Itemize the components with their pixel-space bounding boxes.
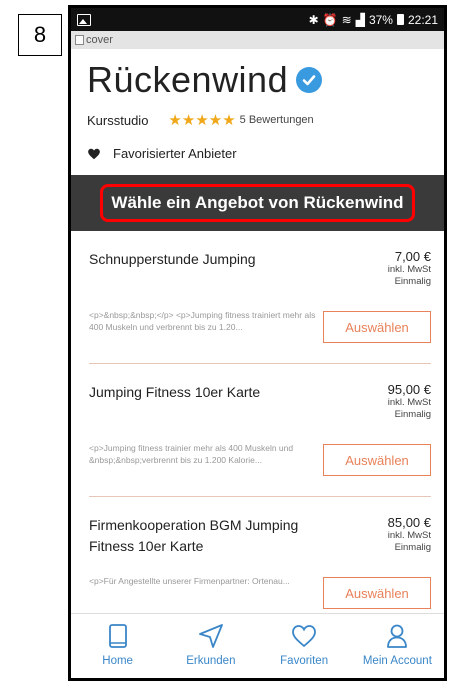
image-notification-icon bbox=[77, 13, 91, 26]
battery-percent: 37% bbox=[368, 12, 393, 27]
offer-item: Firmenkooperation BGM Jumping Fitness 10… bbox=[89, 497, 431, 630]
nav-home-label: Home bbox=[102, 655, 133, 667]
offer-name: Jumping Fitness 10er Karte bbox=[89, 384, 261, 400]
status-bar: ✱ ⏰ ≋ ▟ 37% 22:21 bbox=[71, 8, 444, 31]
offer-description: <p>&nbsp;&nbsp;</p> <p>Jumping fitness t… bbox=[89, 310, 316, 332]
offer-frequency: Einmalig bbox=[394, 542, 431, 553]
offer-price: 95,00 € bbox=[387, 382, 431, 397]
reviews-link[interactable]: 5 Bewertungen bbox=[240, 114, 314, 126]
cover-image: cover bbox=[71, 31, 444, 49]
select-offer-button[interactable]: Auswählen bbox=[323, 444, 431, 476]
nav-favorites-label: Favoriten bbox=[280, 655, 329, 667]
select-offer-button[interactable]: Auswählen bbox=[323, 577, 431, 609]
alarm-icon: ⏰ bbox=[322, 12, 338, 27]
offer-item: Jumping Fitness 10er Karte 95,00 € inkl.… bbox=[89, 364, 431, 497]
verified-check-icon bbox=[296, 67, 323, 93]
offer-section-header: Wähle ein Angebot von Rückenwind bbox=[71, 175, 444, 231]
offer-list: Schnupperstunde Jumping 7,00 € inkl. MwS… bbox=[71, 231, 444, 630]
person-icon bbox=[387, 624, 408, 648]
phone-frame: ✱ ⏰ ≋ ▟ 37% 22:21 cover Rückenwind Kurss… bbox=[68, 5, 447, 681]
offer-name: Schnupperstunde Jumping bbox=[89, 251, 256, 267]
signal-icon: ▟ bbox=[355, 12, 365, 27]
battery-icon bbox=[396, 14, 404, 25]
offer-header-highlight: Wähle ein Angebot von Rückenwind bbox=[100, 184, 415, 222]
navigation-arrow-icon bbox=[198, 624, 223, 648]
heart-outline-icon bbox=[292, 625, 317, 648]
favorite-label: Favorisierter Anbieter bbox=[113, 146, 237, 161]
offer-price: 85,00 € bbox=[387, 515, 431, 530]
nav-home[interactable]: Home bbox=[71, 614, 164, 678]
cover-alt-text: cover bbox=[86, 34, 113, 46]
offer-name: Firmenkooperation BGM Jumping Fitness 10… bbox=[89, 517, 299, 554]
nav-explore[interactable]: Erkunden bbox=[164, 614, 257, 678]
nav-account[interactable]: Mein Account bbox=[351, 614, 444, 678]
offer-frequency: Einmalig bbox=[394, 409, 431, 420]
provider-header: Rückenwind Kursstudio ★★★★★ 5 Bewertunge… bbox=[71, 49, 444, 161]
bottom-navigation: Home Erkunden Favoriten Mein Account bbox=[71, 613, 444, 678]
offer-frequency: Einmalig bbox=[394, 276, 431, 287]
nav-favorites[interactable]: Favoriten bbox=[258, 614, 351, 678]
tablet-icon bbox=[108, 624, 127, 648]
select-offer-button[interactable]: Auswählen bbox=[323, 311, 431, 343]
offer-tax-note: inkl. MwSt bbox=[387, 397, 431, 408]
offer-description: <p>Für Angestellte unserer Firmenpartner… bbox=[89, 576, 290, 586]
nav-explore-label: Erkunden bbox=[186, 655, 236, 667]
app-screen: ✱ ⏰ ≋ ▟ 37% 22:21 cover Rückenwind Kurss… bbox=[71, 8, 444, 678]
nav-account-label: Mein Account bbox=[362, 655, 432, 667]
offer-tax-note: inkl. MwSt bbox=[387, 264, 431, 275]
heart-filled-icon bbox=[88, 148, 100, 159]
clock: 22:21 bbox=[407, 12, 438, 27]
offer-tax-note: inkl. MwSt bbox=[387, 530, 431, 541]
wifi-icon: ≋ bbox=[341, 12, 352, 27]
offer-description: <p>Jumping fitness trainier mehr als 400… bbox=[89, 443, 294, 465]
nfc-icon: ✱ bbox=[308, 12, 319, 27]
provider-category: Kursstudio bbox=[87, 112, 149, 128]
step-number-badge: 8 bbox=[18, 14, 62, 56]
offer-price: 7,00 € bbox=[394, 249, 431, 264]
provider-name: Rückenwind bbox=[87, 59, 289, 100]
star-rating: ★★★★★ bbox=[168, 112, 236, 129]
broken-image-icon bbox=[75, 35, 84, 45]
favorite-provider-toggle[interactable]: Favorisierter Anbieter bbox=[87, 146, 428, 161]
offer-item: Schnupperstunde Jumping 7,00 € inkl. MwS… bbox=[89, 231, 431, 364]
